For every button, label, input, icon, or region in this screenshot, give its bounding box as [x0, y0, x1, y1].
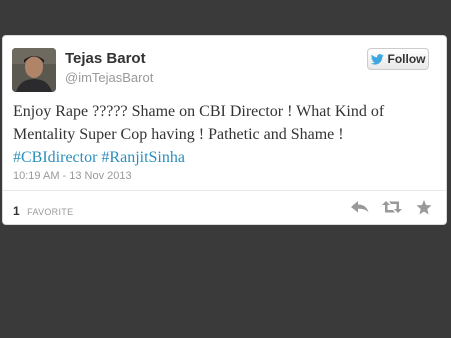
bird-icon — [370, 53, 384, 65]
favorites-count[interactable]: 1 FAVORITE — [13, 202, 73, 220]
tweet-actions — [350, 198, 434, 216]
star-icon — [416, 199, 432, 214]
reply-icon — [351, 201, 369, 213]
divider — [3, 190, 446, 191]
favorite-button[interactable] — [414, 198, 434, 216]
retweet-button[interactable] — [382, 198, 402, 216]
hashtag-cbidirector[interactable]: #CBIdirector — [13, 149, 97, 166]
hashtag-ranjitsinha[interactable]: #RanjitSinha — [101, 149, 185, 166]
favorites-label: FAVORITE — [27, 207, 74, 217]
favorites-number: 1 — [13, 204, 20, 218]
screen-name[interactable]: @imTejasBarot — [65, 70, 153, 85]
avatar[interactable] — [12, 48, 56, 92]
tweet-card: Tejas Barot @imTejasBarot Follow Enjoy R… — [2, 35, 447, 225]
retweet-icon — [382, 201, 402, 213]
reply-button[interactable] — [350, 198, 370, 216]
display-name[interactable]: Tejas Barot — [65, 50, 146, 67]
follow-button[interactable]: Follow — [367, 48, 429, 70]
follow-label: Follow — [387, 52, 426, 66]
timestamp[interactable]: 10:19 AM - 13 Nov 2013 — [13, 170, 132, 182]
tweet-body: Enjoy Rape ????? Shame on CBI Director !… — [13, 103, 385, 143]
avatar-photo — [12, 48, 56, 92]
tweet-text: Enjoy Rape ????? Shame on CBI Director !… — [13, 100, 441, 169]
